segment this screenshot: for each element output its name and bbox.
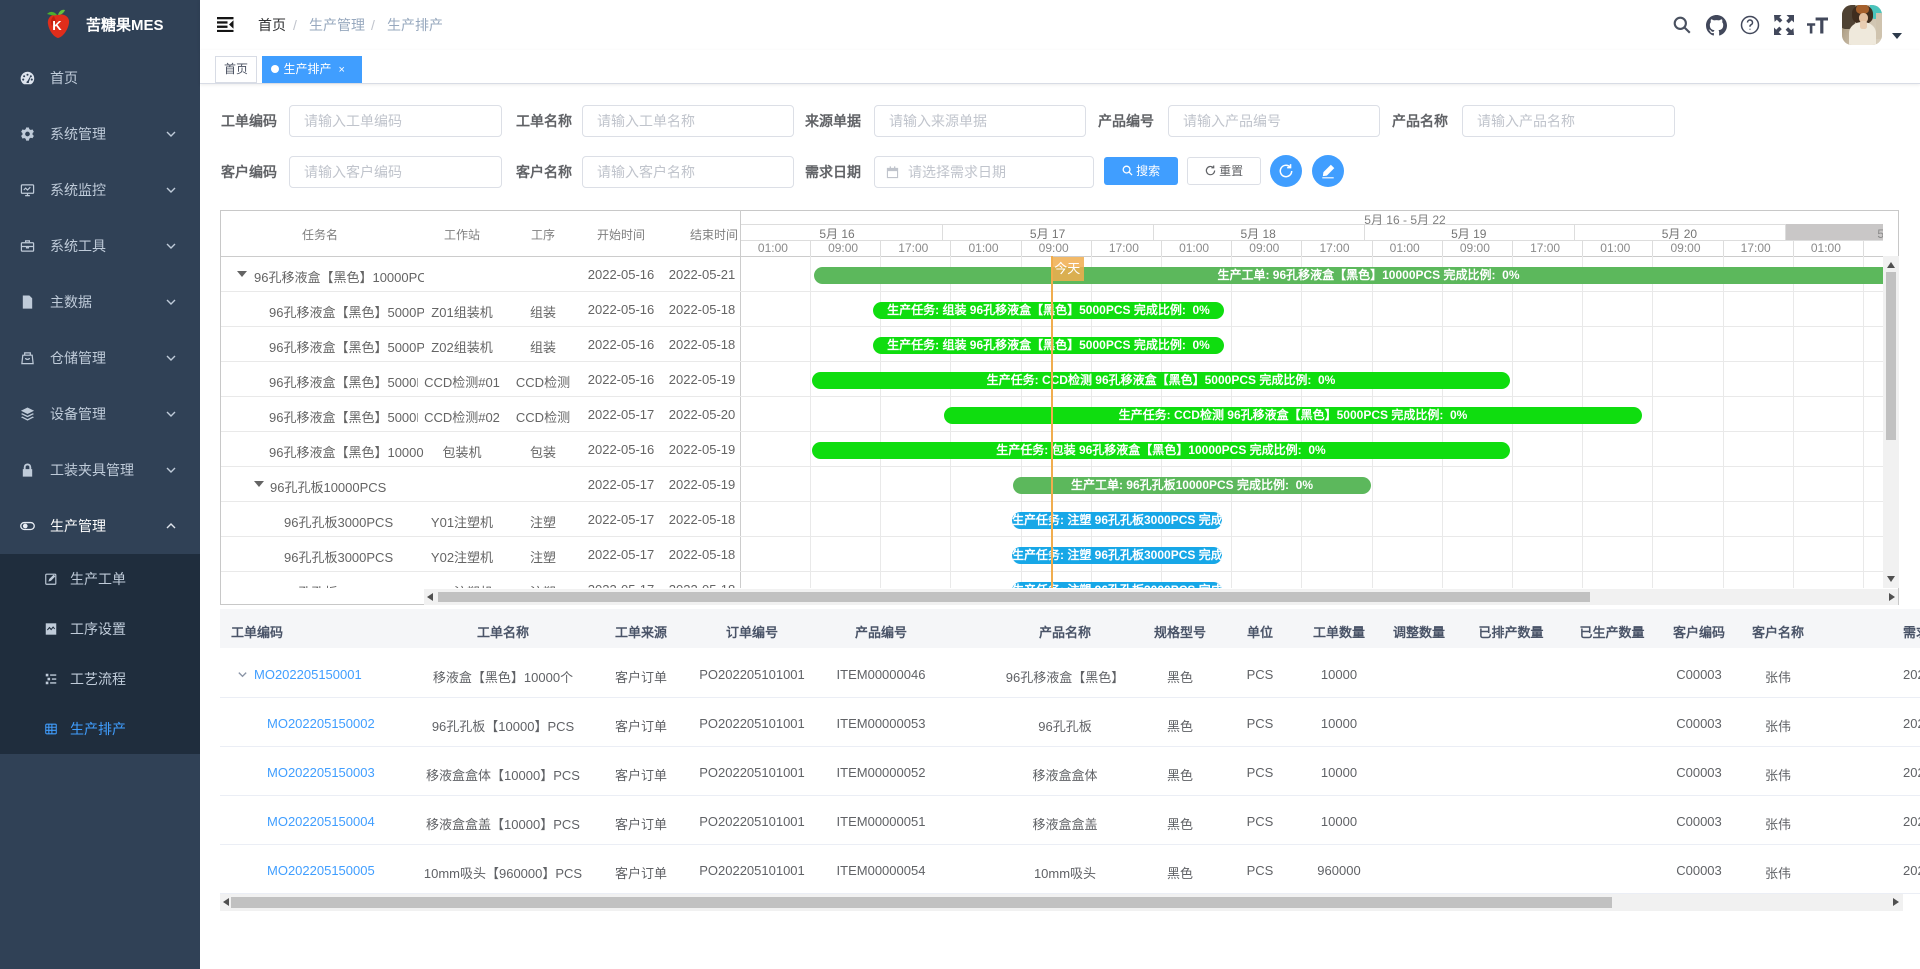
svg-text:K: K bbox=[52, 18, 62, 33]
